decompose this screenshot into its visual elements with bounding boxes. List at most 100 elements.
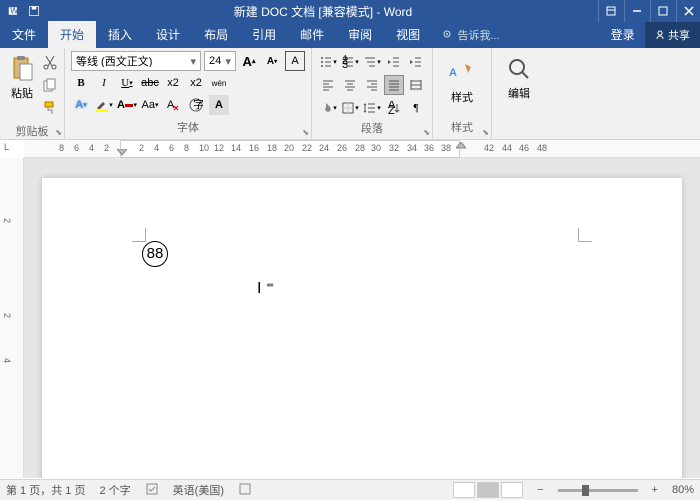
status-macro-icon[interactable] xyxy=(238,482,252,499)
status-words[interactable]: 2 个字 xyxy=(99,482,130,498)
tab-review[interactable]: 审阅 xyxy=(336,21,384,48)
chevron-down-icon[interactable]: ▾ xyxy=(187,55,196,68)
vertical-ruler[interactable]: 224 xyxy=(0,158,24,478)
tell-me-search[interactable]: 告诉我... xyxy=(432,22,601,48)
font-name-combo[interactable]: ▾ xyxy=(71,51,201,71)
decrease-indent-icon[interactable] xyxy=(384,52,404,72)
paste-icon[interactable] xyxy=(8,54,36,85)
tab-layout[interactable]: 布局 xyxy=(192,21,240,48)
paragraph-group-label: 段落 xyxy=(316,120,428,138)
ruler-tick: 10 xyxy=(199,143,209,153)
align-right-icon[interactable] xyxy=(362,75,382,95)
font-size-input[interactable] xyxy=(209,55,222,67)
cut-icon[interactable] xyxy=(42,54,58,73)
shrink-font-icon[interactable]: A▾ xyxy=(262,51,282,71)
document-content[interactable]: 88 xyxy=(142,238,582,267)
justify-icon[interactable] xyxy=(384,75,404,95)
styles-icon[interactable]: A xyxy=(447,56,477,89)
clipboard-dialog-launcher[interactable]: ⬊ xyxy=(55,128,62,137)
copy-icon[interactable] xyxy=(42,77,58,96)
tab-insert[interactable]: 插入 xyxy=(96,21,144,48)
shading-icon[interactable]: ▾ xyxy=(318,98,338,118)
character-shading-icon[interactable]: A xyxy=(209,95,229,115)
document-viewport[interactable]: 88 I ⁼ xyxy=(24,158,700,478)
svg-text:字: 字 xyxy=(193,98,203,111)
zoom-slider[interactable] xyxy=(558,489,638,492)
editing-label[interactable]: 编辑 xyxy=(508,85,530,101)
font-dialog-launcher[interactable]: ⬊ xyxy=(302,128,309,137)
tab-design[interactable]: 设计 xyxy=(144,21,192,48)
tab-selector[interactable]: L xyxy=(4,142,9,152)
enclose-characters-icon[interactable]: 字 xyxy=(186,95,206,115)
login-button[interactable]: 登录 xyxy=(601,21,645,48)
margin-corner-tr xyxy=(578,228,592,242)
indent-marker-icon[interactable] xyxy=(117,149,127,158)
grow-font-icon[interactable]: A▴ xyxy=(239,51,259,71)
tab-home[interactable]: 开始 xyxy=(48,21,96,48)
ruler-tick: 24 xyxy=(319,143,329,153)
minimize-icon[interactable] xyxy=(624,0,648,22)
text-effects-icon[interactable]: A▾ xyxy=(71,95,91,115)
find-icon[interactable] xyxy=(506,56,532,85)
right-indent-marker-icon[interactable] xyxy=(456,142,466,151)
align-left-icon[interactable] xyxy=(318,75,338,95)
underline-button[interactable]: U▾ xyxy=(117,73,137,93)
horizontal-ruler[interactable]: 8642246810121416182022242628303234363842… xyxy=(24,140,700,158)
print-layout-icon[interactable] xyxy=(477,482,499,498)
paste-label[interactable]: 粘贴 xyxy=(11,85,33,101)
zoom-level[interactable]: 80% xyxy=(672,484,694,496)
change-case-button[interactable]: Aa▾ xyxy=(140,95,160,115)
status-language[interactable]: 英语(美国) xyxy=(173,482,224,498)
sort-icon[interactable]: AZ xyxy=(384,98,404,118)
styles-dialog-launcher[interactable]: ⬊ xyxy=(482,128,489,137)
tab-view[interactable]: 视图 xyxy=(384,21,432,48)
save-icon[interactable] xyxy=(28,5,40,17)
superscript-button[interactable]: x2 xyxy=(186,73,206,93)
maximize-icon[interactable] xyxy=(650,0,674,22)
line-spacing-icon[interactable]: ▾ xyxy=(362,98,382,118)
document-page[interactable]: 88 I ⁼ xyxy=(42,178,682,478)
close-icon[interactable] xyxy=(676,0,700,22)
ruler-tick: 48 xyxy=(537,143,547,153)
share-button[interactable]: 共享 xyxy=(645,22,700,48)
strikethrough-button[interactable]: abc xyxy=(140,73,160,93)
chevron-down-icon[interactable]: ▾ xyxy=(222,55,231,68)
styles-group-label: 样式 xyxy=(437,119,487,137)
subscript-button[interactable]: x2 xyxy=(163,73,183,93)
ruler-tick: 8 xyxy=(184,143,189,153)
numbering-icon[interactable]: 123▾ xyxy=(340,52,360,72)
show-marks-icon[interactable]: ¶ xyxy=(406,98,426,118)
multilevel-list-icon[interactable]: ▾ xyxy=(362,52,382,72)
highlight-icon[interactable]: ▾ xyxy=(94,95,114,115)
status-page[interactable]: 第 1 页，共 1 页 xyxy=(6,482,85,498)
bold-button[interactable]: B xyxy=(71,73,91,93)
align-center-icon[interactable] xyxy=(340,75,360,95)
read-mode-icon[interactable] xyxy=(453,482,475,498)
font-color-icon[interactable]: A▾ xyxy=(117,95,137,115)
phonetic-guide-icon[interactable]: wén xyxy=(209,73,229,93)
tab-references[interactable]: 引用 xyxy=(240,21,288,48)
web-layout-icon[interactable] xyxy=(501,482,523,498)
tab-file[interactable]: 文件 xyxy=(0,21,48,48)
bullets-icon[interactable]: ▾ xyxy=(318,52,338,72)
tab-mailings[interactable]: 邮件 xyxy=(288,21,336,48)
zoom-out-button[interactable]: − xyxy=(537,484,543,496)
font-size-combo[interactable]: ▾ xyxy=(204,51,236,71)
paragraph-dialog-launcher[interactable]: ⬊ xyxy=(423,128,430,137)
font-name-input[interactable] xyxy=(76,55,187,67)
zoom-in-button[interactable]: + xyxy=(652,484,658,496)
borders-icon[interactable]: ▾ xyxy=(340,98,360,118)
distributed-icon[interactable] xyxy=(406,75,426,95)
window-title: 新建 DOC 文档 [兼容模式] - Word xyxy=(48,3,598,20)
zoom-thumb[interactable] xyxy=(582,485,589,496)
italic-button[interactable]: I xyxy=(94,73,114,93)
styles-label[interactable]: 样式 xyxy=(451,89,473,105)
format-painter-icon[interactable] xyxy=(42,100,58,119)
ruler-tick: 44 xyxy=(502,143,512,153)
status-proofing-icon[interactable] xyxy=(145,482,159,499)
ribbon-display-icon[interactable] xyxy=(598,0,622,22)
text-border-icon[interactable]: A xyxy=(285,51,305,71)
increase-indent-icon[interactable] xyxy=(406,52,426,72)
clear-formatting-icon[interactable]: A xyxy=(163,95,183,115)
svg-text:A: A xyxy=(167,99,175,111)
